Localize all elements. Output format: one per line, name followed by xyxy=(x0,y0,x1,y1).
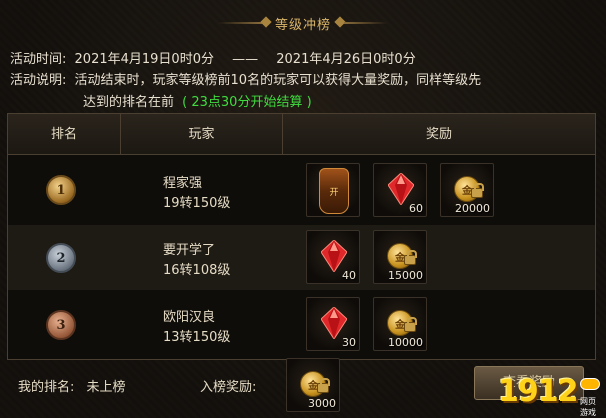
reward-slot[interactable]: 金 20000 xyxy=(440,163,494,217)
activity-end-time: 2021年4月26日0时0分 xyxy=(276,52,416,67)
reward-count: 30 xyxy=(342,336,356,349)
activity-desc-line: 活动说明: 活动结束时，玩家等级榜前10名的玩家可以获得大量奖励，同样等级先 xyxy=(10,69,481,88)
watermark-badge-icon xyxy=(580,378,600,390)
reward-count: 15000 xyxy=(388,269,423,282)
header-reward: 奖励 xyxy=(425,127,452,142)
settle-note: ( 23点30分开始结算 ) xyxy=(182,95,312,110)
lock-icon xyxy=(471,183,484,198)
watermark-subtext: 网页游戏 xyxy=(580,397,596,417)
table-row: 1 程家强 19转150级 开 60 金 20000 xyxy=(8,158,595,223)
gold-medal-icon: 1 xyxy=(46,175,76,205)
my-rank-value: 未上榜 xyxy=(86,380,126,395)
bronze-medal-icon: 3 xyxy=(46,310,76,340)
header-rank: 排名 xyxy=(8,114,121,155)
reward-count: 60 xyxy=(409,202,423,215)
activity-start-time: 2021年4月19日0时0分 xyxy=(74,52,214,67)
watermark-number: 1912 xyxy=(498,374,578,409)
header-ornament-left xyxy=(218,22,262,24)
reward-count: 10000 xyxy=(388,336,423,349)
player-level: 19转150级 xyxy=(163,196,231,211)
red-gem-icon xyxy=(388,173,414,205)
reward-count: 20000 xyxy=(455,202,490,215)
activity-time-label: 活动时间: xyxy=(10,52,67,67)
activity-desc-text-2: 达到的排名在前 xyxy=(83,95,175,110)
entry-reward-slot[interactable]: 金 3000 xyxy=(286,358,340,412)
header-player: 玩家 xyxy=(121,114,283,155)
reward-slot[interactable]: 开 xyxy=(306,163,360,217)
reward-slot[interactable]: 30 xyxy=(306,297,360,351)
panel-header: 等级冲榜 xyxy=(0,8,606,38)
site-watermark-logo: 1912 网页游戏 xyxy=(498,374,602,417)
lock-icon xyxy=(317,378,330,393)
ranking-panel: 等级冲榜 活动时间: 2021年4月19日0时0分 —— 2021年4月26日0… xyxy=(0,0,606,418)
time-dash: —— xyxy=(232,52,259,67)
armor-chest-icon: 开 xyxy=(319,168,349,214)
reward-slot[interactable]: 60 xyxy=(373,163,427,217)
table-header: 排名 玩家 奖励 xyxy=(8,114,595,155)
player-name[interactable]: 要开学了 xyxy=(163,239,215,258)
my-rank: 我的排名: 未上榜 xyxy=(18,376,126,395)
lock-icon xyxy=(404,250,417,265)
header-ornament-right xyxy=(344,22,388,24)
my-rank-label: 我的排名: xyxy=(18,380,75,395)
activity-time-line: 活动时间: 2021年4月19日0时0分 —— 2021年4月26日0时0分 xyxy=(10,48,416,67)
reward-count: 40 xyxy=(342,269,356,282)
silver-medal-icon: 2 xyxy=(46,243,76,273)
player-level: 16转108级 xyxy=(163,263,231,278)
reward-slot[interactable]: 40 xyxy=(306,230,360,284)
ranking-table: 排名 玩家 奖励 1 程家强 19转150级 开 60 金 20000 2 要开… xyxy=(7,113,596,360)
player-level: 13转150级 xyxy=(163,330,231,345)
red-gem-icon xyxy=(321,307,347,339)
reward-slot[interactable]: 金 15000 xyxy=(373,230,427,284)
activity-desc-label: 活动说明: xyxy=(10,73,67,88)
player-name[interactable]: 程家强 xyxy=(163,172,202,191)
red-gem-icon xyxy=(321,240,347,272)
activity-desc-line-2: 达到的排名在前 ( 23点30分开始结算 ) xyxy=(83,91,312,110)
panel-title: 等级冲榜 xyxy=(274,18,331,33)
entry-reward-label: 入榜奖励: xyxy=(200,380,257,395)
lock-icon xyxy=(404,317,417,332)
table-row: 2 要开学了 16转108级 40 金 15000 xyxy=(8,225,595,290)
reward-count: 3000 xyxy=(308,397,336,410)
player-name[interactable]: 欧阳汉良 xyxy=(163,306,215,325)
table-row: 3 欧阳汉良 13转150级 30 金 10000 xyxy=(8,292,595,357)
activity-desc-text: 活动结束时，玩家等级榜前10名的玩家可以获得大量奖励，同样等级先 xyxy=(74,73,482,88)
reward-slot[interactable]: 金 10000 xyxy=(373,297,427,351)
